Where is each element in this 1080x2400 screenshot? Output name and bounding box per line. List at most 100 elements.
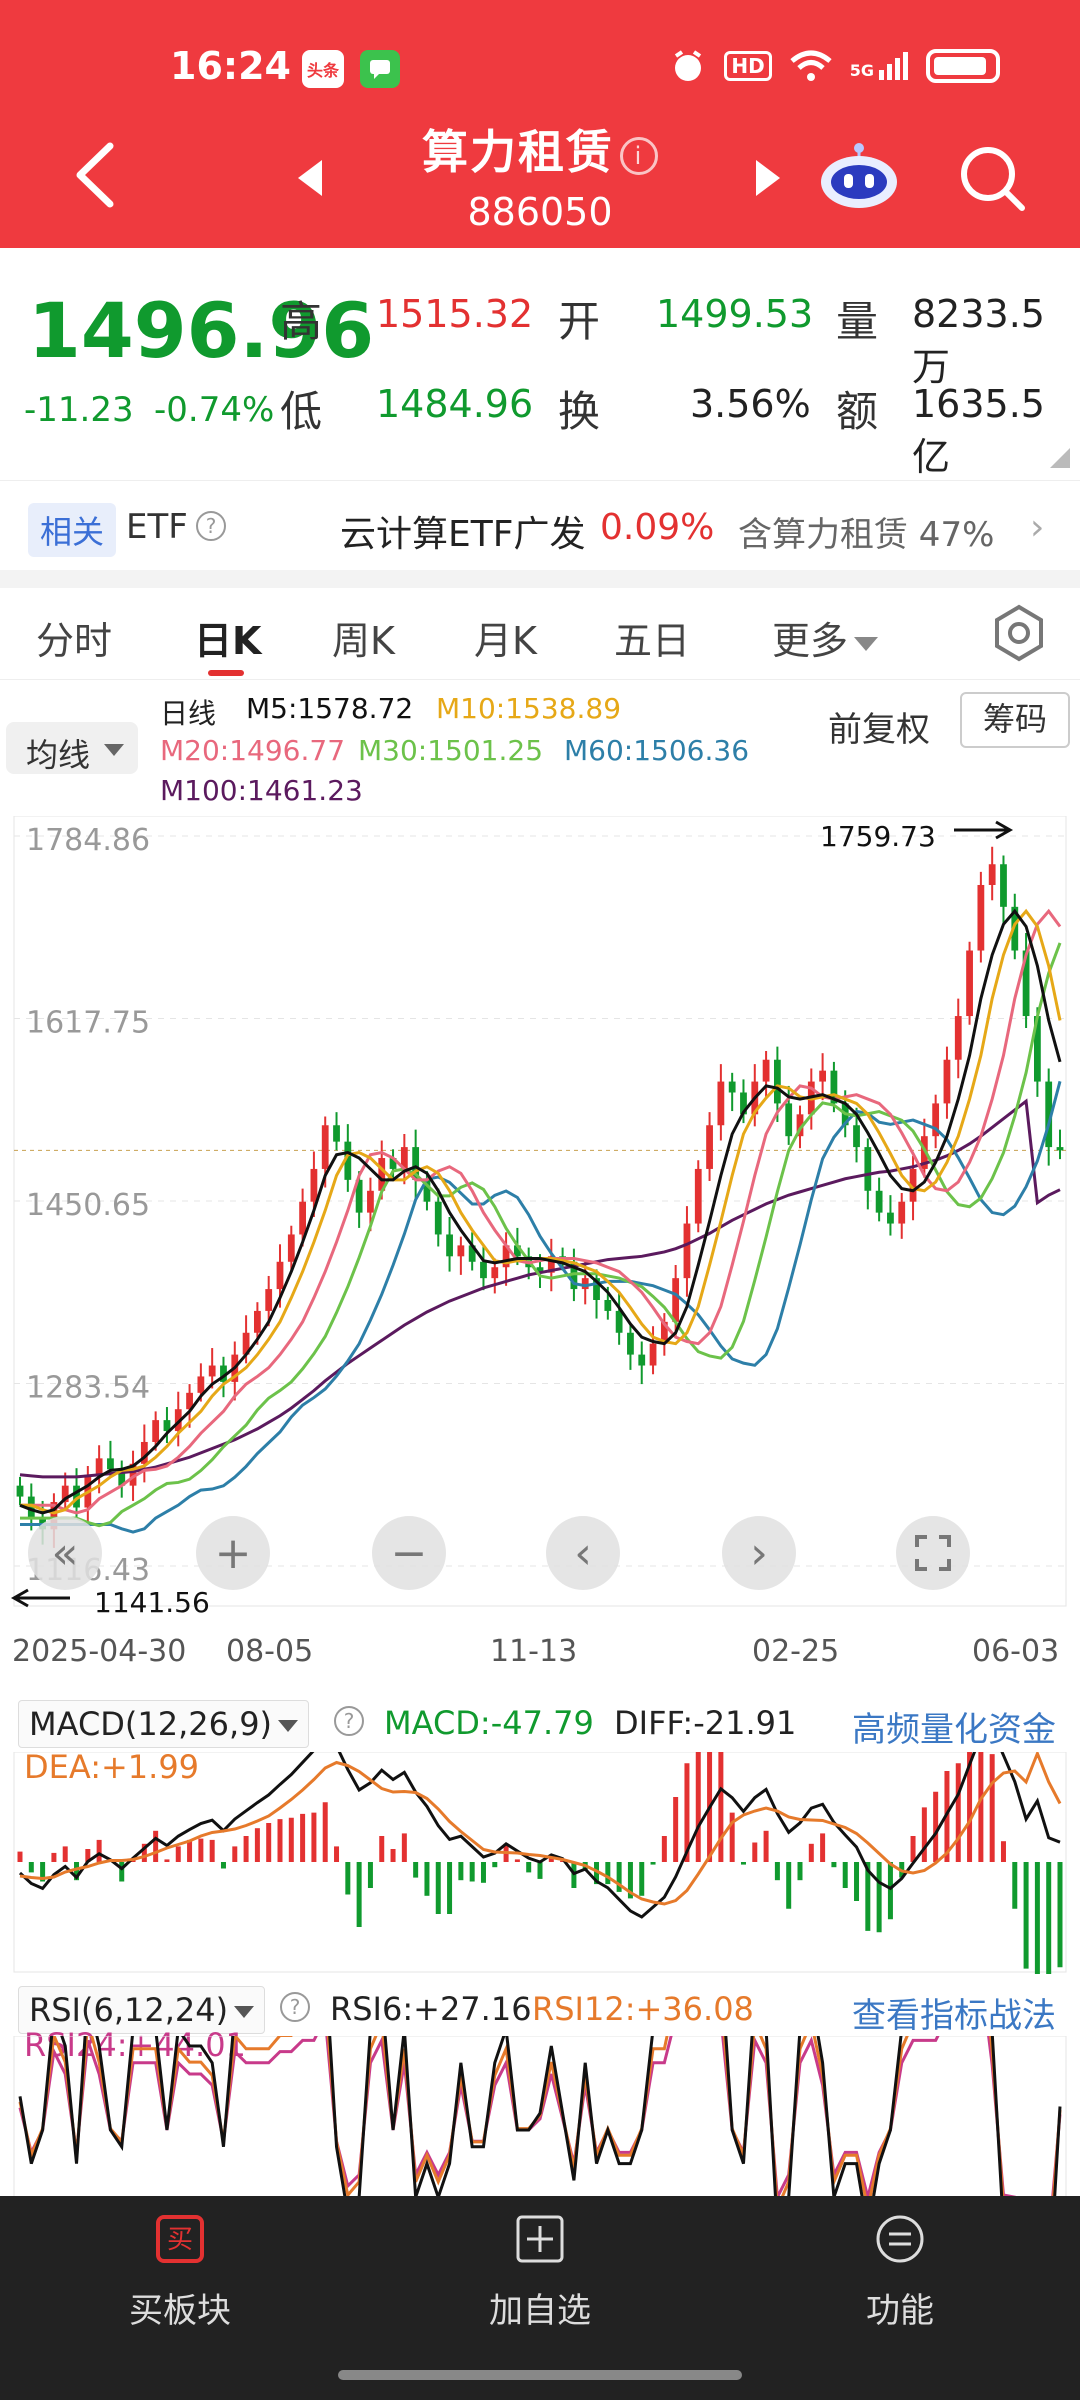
tab-intraday[interactable]: 分时	[36, 610, 112, 665]
candle-body	[638, 1354, 646, 1366]
candle-body	[717, 1081, 725, 1126]
rsi-svg	[13, 2036, 1067, 2196]
search-icon[interactable]	[956, 142, 1028, 214]
tab-daily-k[interactable]: 日K	[194, 610, 261, 665]
candle-body	[581, 1278, 589, 1290]
candle-body	[276, 1261, 284, 1290]
tab-weekly-k[interactable]: 周K	[332, 610, 395, 665]
candle-body	[299, 1201, 307, 1235]
dropdown-arrow-icon	[234, 2006, 255, 2018]
candle-body	[95, 1458, 103, 1475]
function-button[interactable]: 功能	[800, 2214, 1000, 2332]
related-etf-row[interactable]: 相关 ETF ? 云计算ETF广发 0.09% 含算力租赁 47% ›	[0, 480, 1080, 570]
diff-line	[18, 1727, 1061, 1919]
chevron-right-icon: ›	[1030, 507, 1045, 548]
candle-body	[875, 1190, 883, 1213]
candle-body	[728, 1081, 736, 1093]
candle-body	[253, 1310, 261, 1333]
y-tick-label: 1283.54	[26, 1370, 150, 1405]
candle-body	[954, 1016, 962, 1060]
status-icons: HD 5G	[670, 48, 1000, 84]
assistant-robot-icon[interactable]	[816, 140, 902, 210]
zoom-in-button[interactable]: +	[196, 1516, 270, 1590]
toutiao-icon: 头条	[302, 50, 344, 88]
fullscreen-button[interactable]	[896, 1516, 970, 1590]
active-tab-indicator	[208, 670, 244, 676]
candle-body	[762, 1059, 770, 1082]
ma-select-button[interactable]: 均线	[6, 722, 138, 774]
zoom-out-button[interactable]: −	[372, 1516, 446, 1590]
candle-body	[446, 1234, 453, 1257]
candle-body	[310, 1168, 318, 1202]
y-tick-label: 1784.86	[26, 823, 150, 858]
related-tag: 相关	[28, 503, 117, 557]
macd-select[interactable]: MACD(12,26,9)	[18, 1700, 310, 1748]
y-tick-label: 1617.75	[26, 1006, 150, 1041]
hf-quant-link[interactable]: 高频量化资金	[852, 1702, 1056, 1751]
candle-body	[1000, 864, 1007, 907]
ma60-line	[20, 1080, 1062, 1534]
candle-body	[265, 1289, 273, 1311]
help-icon[interactable]: ?	[280, 1992, 310, 2022]
high-value: 1515.32	[376, 292, 534, 336]
candle-body	[107, 1458, 114, 1470]
open-label: 开	[558, 297, 601, 346]
etf-holding: 含算力租赁 47%	[738, 515, 995, 555]
signal-icon: 5G	[850, 52, 908, 80]
back-button[interactable]	[66, 140, 126, 210]
candle-body	[706, 1125, 713, 1169]
last-price: 1496.96	[28, 286, 375, 375]
y-tick-label: 1450.65	[26, 1188, 150, 1223]
candle-body	[321, 1125, 329, 1169]
kline-chart[interactable]: 1784.861617.751450.651283.541116.431759.…	[0, 815, 1080, 1619]
candle-body	[434, 1201, 442, 1235]
price-change-pct: -0.74%	[154, 390, 275, 430]
chips-button[interactable]: 筹码	[960, 692, 1070, 748]
low-value: 1484.96	[376, 382, 534, 426]
expand-corner-icon[interactable]	[1050, 448, 1070, 468]
candle-body	[208, 1365, 216, 1377]
settings-icon[interactable]	[990, 604, 1048, 662]
battery-icon	[926, 49, 1000, 83]
scroll-left-fast-button[interactable]: «	[28, 1516, 102, 1590]
candle-body	[1056, 1147, 1064, 1151]
candle-body	[819, 1070, 827, 1082]
alarm-icon	[675, 50, 702, 81]
prev-stock-button[interactable]	[298, 160, 322, 196]
help-icon[interactable]: ?	[334, 1706, 364, 1736]
tab-monthly-k[interactable]: 月K	[474, 610, 537, 665]
candle-body	[367, 1190, 374, 1213]
divider	[0, 570, 1080, 588]
dea-line	[19, 1749, 1062, 1906]
ma5-value: M5:1578.72	[246, 692, 414, 725]
min-arrow-icon	[10, 1588, 70, 1608]
help-icon[interactable]: ?	[196, 511, 226, 541]
turnover-label: 换	[558, 387, 601, 436]
tab-more[interactable]: 更多	[772, 610, 879, 665]
date-tick: 11-13	[490, 1634, 578, 1669]
tab-five-day[interactable]: 五日	[614, 610, 690, 665]
candle-body	[457, 1245, 465, 1257]
info-icon[interactable]: i	[620, 136, 658, 175]
add-watchlist-button[interactable]: 加自选	[440, 2214, 640, 2332]
candle-body	[943, 1059, 951, 1104]
ma30-value: M30:1501.25	[358, 734, 544, 767]
next-stock-button[interactable]	[756, 160, 780, 196]
rsi12-value: RSI12:+36.08	[532, 1990, 754, 2028]
ma100-value: M100:1461.23	[160, 774, 363, 807]
adjust-mode[interactable]: 前复权	[828, 702, 930, 751]
candle-body	[977, 884, 985, 951]
scroll-left-button[interactable]: ‹	[546, 1516, 620, 1590]
ma20-value: M20:1496.77	[160, 734, 346, 767]
high-label: 高	[280, 297, 323, 346]
volume-label: 量	[836, 297, 879, 346]
max-price-label: 1759.73	[820, 820, 936, 853]
buy-sector-button[interactable]: 买 买板块	[80, 2214, 280, 2332]
menu-icon	[876, 2215, 924, 2263]
indicator-strategy-link[interactable]: 查看指标战法	[852, 1988, 1056, 2037]
scroll-right-button[interactable]: ›	[722, 1516, 796, 1590]
fullscreen-icon	[915, 1535, 951, 1571]
macd-svg	[13, 1726, 1067, 2013]
candle-body	[152, 1420, 160, 1442]
rsi6-value: RSI6:+27.16	[330, 1990, 532, 2028]
